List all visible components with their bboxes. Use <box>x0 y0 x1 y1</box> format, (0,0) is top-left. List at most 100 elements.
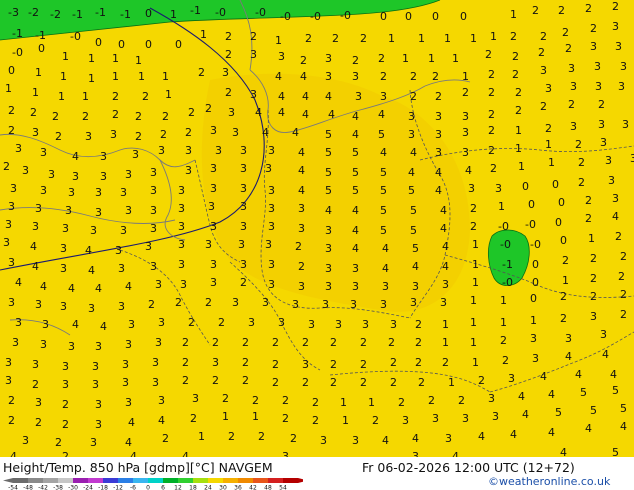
temperature-label: 2 <box>312 396 319 409</box>
temperature-label: 3 <box>65 204 72 217</box>
temperature-label: 4 <box>325 90 332 103</box>
footer-bar: Height/Temp. 850 hPa [gdmp][°C] NAVGEM F… <box>0 457 634 490</box>
temperature-label: 2 <box>182 374 189 387</box>
temperature-label: -0 <box>498 220 509 233</box>
map-title: Height/Temp. 850 hPa [gdmp][°C] NAVGEM <box>3 460 273 475</box>
temperature-label: 4 <box>620 420 627 433</box>
temperature-label: 3 <box>150 184 157 197</box>
temperature-label: 2 <box>390 356 397 369</box>
temperature-label: 4 <box>548 426 555 439</box>
temperature-label: 3 <box>380 298 387 311</box>
temperature-label: 4 <box>72 150 79 163</box>
temperature-label: 2 <box>410 90 417 103</box>
temperature-label: 3 <box>120 224 127 237</box>
temperature-label: 2 <box>585 194 592 207</box>
temperature-label: 4 <box>382 262 389 275</box>
temperature-label: 3 <box>352 262 359 275</box>
temperature-label: 1 <box>222 410 229 423</box>
temperature-label: 2 <box>410 70 417 83</box>
temperature-label: 4 <box>302 90 309 103</box>
temperature-label: 2 <box>162 432 169 445</box>
temperature-label: 3 <box>155 278 162 291</box>
temperature-label: 3 <box>320 434 327 447</box>
temperature-label: 1 <box>368 396 375 409</box>
temperature-label: 3 <box>155 336 162 349</box>
temperature-label: 2 <box>478 374 485 387</box>
legend-tick-label: 48 <box>264 485 272 490</box>
temperature-label: 4 <box>548 388 555 401</box>
temperature-label: 5 <box>412 242 419 255</box>
temperature-label: 3 <box>462 412 469 425</box>
temperature-label: 5 <box>612 384 619 397</box>
temperature-label: 3 <box>278 50 285 63</box>
credit-link[interactable]: ©weatheronline.co.uk <box>488 475 610 488</box>
temperature-label: 2 <box>332 32 339 45</box>
temperature-label: 0 <box>530 292 537 305</box>
temperature-label: 4 <box>575 368 582 381</box>
temperature-label: 4 <box>298 184 305 197</box>
temperature-label: 4 <box>32 260 39 273</box>
temperature-label: 2 <box>352 54 359 67</box>
temperature-label: 2 <box>330 376 337 389</box>
temperature-label: 3 <box>152 376 159 389</box>
temperature-label: 2 <box>272 358 279 371</box>
temperature-label: -1 <box>190 4 201 17</box>
temperature-label: 5 <box>410 224 417 237</box>
temperature-label: 2 <box>8 414 15 427</box>
temperature-label: 3 <box>185 164 192 177</box>
temperature-label: 2 <box>515 86 522 99</box>
color-scale-legend: -54 -48 -42 -38 -30 -24 -18 -12 -6 0 6 12 18 24 30 36 42… <box>3 478 303 490</box>
temperature-label: 2 <box>515 104 522 117</box>
temperature-label: 2 <box>470 220 477 233</box>
temperature-label: 2 <box>470 202 477 215</box>
temperature-label: 2 <box>252 394 259 407</box>
temperature-label: -0 <box>280 10 291 23</box>
temperature-label: 2 <box>388 336 395 349</box>
temperature-label: 0 <box>175 38 182 51</box>
temperature-label: 3 <box>462 110 469 123</box>
temperature-label: 2 <box>282 394 289 407</box>
temperature-label: 3 <box>118 262 125 275</box>
temperature-label: 2 <box>55 130 62 143</box>
temperature-label: 2 <box>418 376 425 389</box>
temperature-label: 2 <box>378 52 385 65</box>
temperature-label: 3 <box>590 40 597 53</box>
legend-arrow-left <box>3 478 13 483</box>
temperature-label: 4 <box>612 210 619 223</box>
temperature-label: 3 <box>150 166 157 179</box>
temperature-label: 3 <box>232 296 239 309</box>
temperature-label: 3 <box>42 318 49 331</box>
temperature-label: 2 <box>578 176 585 189</box>
temperature-label: 3 <box>205 238 212 251</box>
temperature-label: 2 <box>330 358 337 371</box>
temperature-label: 3 <box>95 206 102 219</box>
temperature-label: 3 <box>435 110 442 123</box>
temperature-label: 1 <box>442 336 449 349</box>
temperature-label: 3 <box>600 328 607 341</box>
temperature-label: 2 <box>432 70 439 83</box>
temperature-label: 3 <box>325 280 332 293</box>
temperature-label: 3 <box>152 356 159 369</box>
temperature-label: 2 <box>398 396 405 409</box>
temperature-label: 3 <box>240 258 247 271</box>
temperature-label: 3 <box>232 126 239 139</box>
legend-tick-label: 36 <box>234 485 242 490</box>
temperature-label: 3 <box>8 200 15 213</box>
temperature-label: 2 <box>578 156 585 169</box>
temperature-label: 2 <box>290 432 297 445</box>
temperature-label: 3 <box>325 242 332 255</box>
temperature-label: 3 <box>95 186 102 199</box>
temperature-label: -2 <box>28 6 39 19</box>
temperature-label: 3 <box>62 360 69 373</box>
temperature-label: 4 <box>328 108 335 121</box>
temperature-label: 1 <box>562 274 569 287</box>
temperature-label: 2 <box>162 110 169 123</box>
temperature-label: 3 <box>240 144 247 157</box>
temperature-label: 4 <box>15 276 22 289</box>
temperature-label: 2 <box>540 100 547 113</box>
temperature-label: 2 <box>390 376 397 389</box>
temperature-label: -1 <box>120 8 131 21</box>
temperature-label: 3 <box>5 374 12 387</box>
legend-swatch <box>283 478 298 483</box>
temperature-label: 3 <box>90 436 97 449</box>
